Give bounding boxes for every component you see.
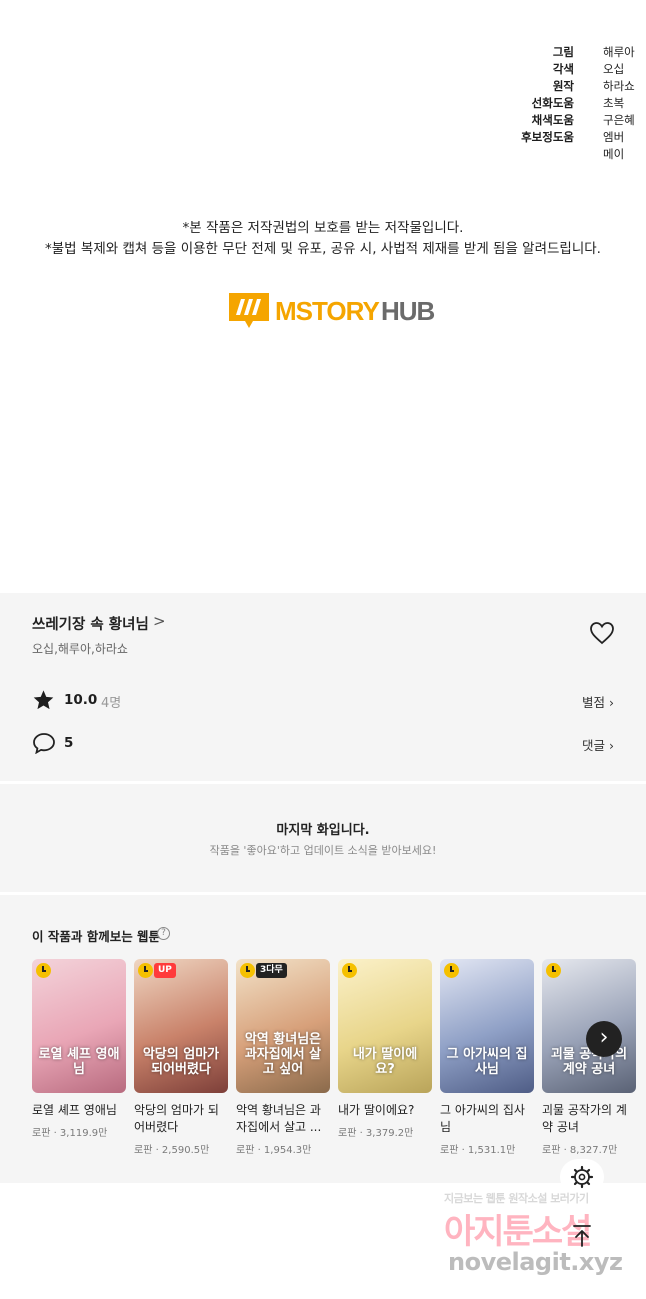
rate-label: 별점 [582, 695, 606, 710]
credit-role: 각색 [552, 62, 574, 76]
credit-row: 채색도움 구은혜 [0, 112, 646, 129]
credit-name: 초복 [603, 96, 625, 110]
logo-text-main: MSTORY [275, 296, 379, 326]
last-episode-banner: 마지막 화입니다. 작품을 '좋아요'하고 업데이트 소식을 받아보세요! [0, 784, 646, 892]
copyright-notice: *본 작품은 저작권법의 보호를 받는 저작물입니다. *불법 복제와 캡쳐 등… [0, 218, 646, 260]
chevron-right-icon[interactable]: > [153, 612, 166, 630]
webtoon-card[interactable]: 3다무 악역 황녀님은 과자집에서 살고 싶어 악역 황녀님은 과자집에서 살고… [236, 959, 330, 1156]
credit-name: 오십 [603, 62, 625, 76]
watermark-url: novelagit.xyz [448, 1248, 623, 1276]
webtoon-card[interactable]: UP 악당의 엄마가 되어버렸다 악당의 엄마가 되어버렸다 로판 · 2,59… [134, 959, 228, 1156]
credit-role: 원작 [552, 79, 574, 93]
credit-role: 후보정도움 [521, 130, 574, 144]
cover-title: 그 아가씨의 집사님 [446, 1047, 528, 1077]
series-title[interactable]: 쓰레기장 속 황녀님 [32, 613, 149, 634]
webtoon-title: 악역 황녀님은 과자집에서 살고 ... [236, 1103, 322, 1134]
credit-row: 그림 해루아 [0, 44, 646, 61]
chevron-right-icon: › [609, 695, 614, 710]
webtoon-cover: 내가 딸이에요? [338, 959, 432, 1093]
comment-row: 5 댓글 › [32, 732, 614, 756]
webtoon-meta: 로판 · 1,531.1만 [440, 1145, 516, 1156]
webtoon-cover: UP 악당의 엄마가 되어버렸다 [134, 959, 228, 1093]
series-info: 쓰레기장 속 황녀님 > 오십,해루아,하라쇼 10.0 4명 별점 › 5 댓… [0, 593, 646, 781]
webtoon-meta: 로판 · 3,379.2만 [338, 1128, 414, 1139]
credit-role: 그림 [552, 45, 574, 59]
last-episode-title: 마지막 화입니다. [276, 823, 370, 838]
logo-text-hub: HUB [381, 296, 435, 326]
clock-icon [444, 963, 459, 978]
webtoon-title: 악당의 엄마가 되어버렸다 [134, 1103, 219, 1134]
comment-count: 5 [64, 735, 74, 751]
webtoon-meta: 로판 · 2,590.5만 [134, 1145, 210, 1156]
webtoon-meta: 로판 · 3,119.9만 [32, 1128, 108, 1139]
rate-button[interactable]: 별점 › [582, 692, 614, 711]
recommendations: 이 작품과 함께보는 웹툰 ? 로열 셰프 영애님 로열 셰프 영애님 로판 ·… [0, 895, 646, 1183]
notice-line: *본 작품은 저작권법의 보호를 받는 저작물입니다. [182, 220, 464, 236]
webtoon-card[interactable]: 로열 셰프 영애님 로열 셰프 영애님 로판 · 3,119.9만 [32, 959, 126, 1139]
cover-title: 괴물 공작가의 계약 공녀 [550, 1047, 628, 1077]
rating-count: 4명 [101, 696, 122, 711]
credit-name: 엠버 [603, 130, 625, 144]
help-icon[interactable]: ? [157, 927, 170, 940]
clock-icon [546, 963, 561, 978]
credit-name: 하라쇼 [603, 79, 635, 93]
site-watermark: 지금보는 웹툰 원작소설 보러가기 아지툰소설 novelagit.xyz [444, 1190, 634, 1280]
webtoon-card[interactable]: 그 아가씨의 집사님 그 아가씨의 집사님 로판 · 1,531.1만 [440, 959, 534, 1156]
clock-icon [36, 963, 51, 978]
clock-icon [240, 963, 255, 978]
credit-name: 메이 [603, 147, 625, 161]
webtoon-cover: 로열 셰프 영애님 [32, 959, 126, 1093]
up-badge: UP [154, 963, 176, 978]
webtoon-card[interactable]: 내가 딸이에요? 내가 딸이에요? 로판 · 3,379.2만 [338, 959, 432, 1139]
comment-label: 댓글 [582, 738, 606, 753]
clock-icon [138, 963, 153, 978]
credit-row: 메이 [0, 146, 646, 163]
watermark-brand: 아지툰소설 [444, 1212, 592, 1252]
cover-title: 로열 셰프 영애님 [38, 1047, 120, 1077]
webtoon-meta: 로판 · 8,327.7만 [542, 1145, 618, 1156]
webtoon-title: 괴물 공작가의 계약 공녀 [542, 1103, 627, 1134]
comments-button[interactable]: 댓글 › [582, 735, 614, 754]
last-episode-subtitle: 작품을 '좋아요'하고 업데이트 소식을 받아보세요! [209, 844, 437, 857]
free-badge: 3다무 [256, 963, 287, 978]
webtoon-cover: 그 아가씨의 집사님 [440, 959, 534, 1093]
webtoon-title: 내가 딸이에요? [338, 1103, 415, 1117]
credit-row: 각색 오십 [0, 61, 646, 78]
chevron-right-icon: › [609, 738, 614, 753]
arrow-up-icon[interactable] [566, 1219, 598, 1251]
cover-title: 악당의 엄마가 되어버렸다 [142, 1047, 220, 1077]
webtoon-title: 로열 셰프 영애님 [32, 1103, 117, 1117]
webtoon-title: 그 아가씨의 집사님 [440, 1103, 525, 1134]
series-authors: 오십,해루아,하라쇼 [32, 642, 128, 656]
rating-value: 10.0 [64, 692, 98, 708]
notice-line: *불법 복제와 캡쳐 등을 이용한 무단 전제 및 유포, 공유 시, 사법적 … [45, 241, 601, 257]
heart-outline-icon[interactable] [589, 621, 615, 645]
credit-role: 채색도움 [531, 113, 574, 127]
webtoon-cover: 괴물 공작가의 계약 공녀 [542, 959, 636, 1093]
cover-title: 내가 딸이에요? [352, 1047, 418, 1077]
cover-title: 악역 황녀님은 과자집에서 살고 싶어 [244, 1032, 322, 1077]
credit-role: 선화도움 [531, 96, 574, 110]
credit-name: 해루아 [603, 45, 635, 59]
webtoon-card[interactable]: 괴물 공작가의 계약 공녀 괴물 공작가의 계약 공녀 로판 · 8,327.7… [542, 959, 636, 1156]
mstoryhub-logo: MSTORY HUB [229, 293, 436, 328]
webtoon-meta: 로판 · 1,954.3만 [236, 1145, 312, 1156]
star-icon [33, 690, 54, 710]
clock-icon [342, 963, 357, 978]
speech-bubble-icon [33, 733, 55, 754]
recommendations-title: 이 작품과 함께보는 웹툰 [32, 929, 161, 944]
rating-row: 10.0 4명 별점 › [32, 689, 614, 713]
credit-row: 후보정도움 엠버 [0, 129, 646, 146]
webtoon-cover: 3다무 악역 황녀님은 과자집에서 살고 싶어 [236, 959, 330, 1093]
viewer-page: 그림 해루아 각색 오십 원작 하라쇼 선화도움 초복 채색도움 구은혜 후보정… [0, 0, 646, 1299]
credit-name: 구은혜 [603, 113, 635, 127]
credit-row: 원작 하라쇼 [0, 78, 646, 95]
credit-row: 선화도움 초복 [0, 95, 646, 112]
chevron-right-icon[interactable]: › [586, 1021, 622, 1057]
